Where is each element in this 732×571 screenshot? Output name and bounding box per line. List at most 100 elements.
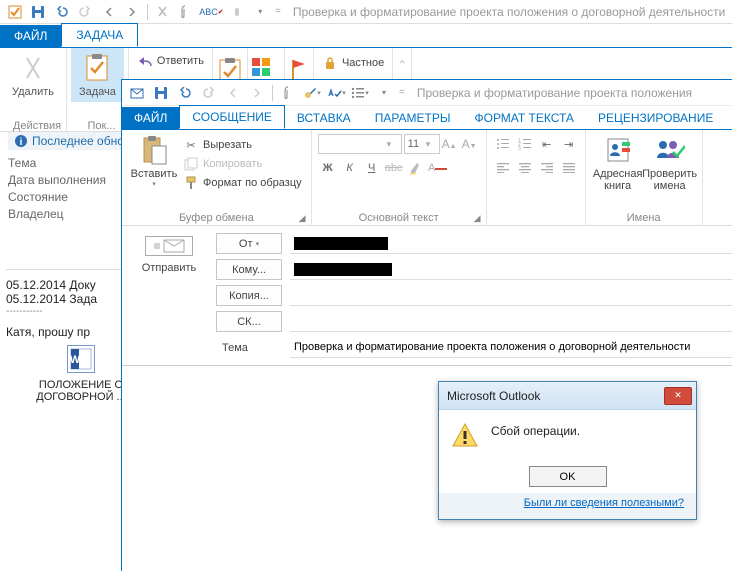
paste-button[interactable]: Вставить ▾: [128, 134, 180, 188]
increase-indent-button[interactable]: ⇥: [559, 134, 579, 154]
inner-quick-access-toolbar: ▾ ▾ ▾ ▾ = Проверка и форматирование прое…: [122, 80, 732, 106]
justify-button[interactable]: [559, 158, 579, 178]
qat-customize-icon[interactable]: ▾: [373, 83, 395, 103]
spellcheck-icon[interactable]: ABC✔: [199, 2, 224, 22]
inner-tab-review[interactable]: РЕЦЕНЗИРОВАНИЕ: [586, 107, 725, 129]
reply-label: Ответить: [157, 55, 204, 67]
shrink-font-icon[interactable]: A▼: [462, 137, 480, 151]
dialog-message: Сбой операции.: [491, 422, 580, 438]
decrease-indent-button[interactable]: ⇤: [537, 134, 557, 154]
task-complete-icon[interactable]: [4, 2, 25, 22]
group-actions-label: Действия: [4, 120, 70, 132]
bullets-button[interactable]: [493, 134, 513, 154]
bcc-field[interactable]: [290, 311, 732, 332]
next-icon[interactable]: [246, 83, 268, 103]
cut-icon: ✂: [183, 137, 199, 153]
signature-icon[interactable]: ▾: [301, 83, 323, 103]
attach-icon[interactable]: [277, 83, 299, 103]
redo-icon[interactable]: [198, 83, 220, 103]
to-field[interactable]: [290, 259, 732, 280]
send-icon: [145, 236, 193, 256]
touch-mode-icon[interactable]: [226, 2, 247, 22]
delete-icon: [17, 52, 49, 84]
font-size-combo[interactable]: 11▾: [404, 134, 440, 154]
dialog-launcher-icon[interactable]: ◢: [474, 213, 484, 223]
send-button[interactable]: Отправить: [142, 262, 197, 274]
check-names-label: Проверить: [642, 168, 697, 180]
reply-button[interactable]: Ответить: [133, 52, 208, 70]
inner-tab-insert[interactable]: ВСТАВКА: [285, 107, 363, 129]
next-icon[interactable]: [121, 2, 142, 22]
inner-tab-message[interactable]: СООБЩЕНИЕ: [179, 105, 285, 129]
subject-field[interactable]: [290, 337, 732, 358]
task-view-button[interactable]: Задача: [71, 48, 124, 102]
underline-button[interactable]: Ч: [362, 158, 382, 178]
copy-button[interactable]: Копировать: [180, 155, 305, 173]
align-right-button[interactable]: [537, 158, 557, 178]
copy-label: Копировать: [203, 158, 262, 170]
bcc-button[interactable]: СК...: [216, 311, 282, 332]
align-left-button[interactable]: [493, 158, 513, 178]
names-group-label: Имена: [586, 212, 702, 224]
save-icon[interactable]: [150, 83, 172, 103]
delete-button[interactable]: Удалить: [4, 48, 62, 102]
svg-text:W: W: [70, 354, 81, 366]
address-book-button[interactable]: Адресная книга: [592, 134, 644, 192]
bold-button[interactable]: Ж: [318, 158, 338, 178]
format-painter-button[interactable]: Формат по образцу: [180, 174, 305, 192]
redo-icon[interactable]: [74, 2, 95, 22]
qat-customize-icon[interactable]: ▾: [250, 2, 271, 22]
strike-button[interactable]: abc: [384, 158, 404, 178]
italic-button[interactable]: К: [340, 158, 360, 178]
ribbon-divider-icon: =: [275, 6, 281, 17]
highlight-button[interactable]: [406, 158, 426, 178]
last-update-banner: i Последнее обно: [8, 132, 130, 150]
paste-label: Вставить: [131, 168, 178, 180]
font-color-button[interactable]: A: [428, 158, 448, 178]
undo-icon[interactable]: [174, 83, 196, 103]
address-book-label: книга: [604, 180, 631, 192]
reply-icon: [137, 53, 153, 69]
collapse-ribbon-icon[interactable]: ⌃: [397, 58, 407, 72]
help-link[interactable]: Были ли сведения полезными?: [524, 497, 684, 509]
outer-tab-file[interactable]: ФАЙЛ: [0, 25, 61, 47]
undo-icon[interactable]: [51, 2, 72, 22]
inner-tab-options[interactable]: ПАРАМЕТРЫ: [363, 107, 463, 129]
private-button[interactable]: Частное: [318, 54, 388, 72]
outer-tab-task[interactable]: ЗАДАЧА: [61, 23, 138, 47]
numbering-button[interactable]: 123: [515, 134, 535, 154]
message-header-form: Отправить От ▾ Кому... Копия... СК... Те…: [122, 226, 732, 366]
inner-tab-file[interactable]: ФАЙЛ: [122, 107, 179, 129]
subject-input[interactable]: [294, 341, 728, 353]
dialog-launcher-icon[interactable]: ◢: [299, 213, 309, 223]
cc-button[interactable]: Копия...: [216, 285, 282, 306]
warning-icon: [451, 422, 479, 450]
attach-icon[interactable]: [175, 2, 196, 22]
task-label: Задача: [79, 86, 116, 98]
bullets-icon[interactable]: ▾: [349, 83, 371, 103]
font-family-combo[interactable]: ▾: [318, 134, 402, 154]
outer-ribbon-tabs: ФАЙЛ ЗАДАЧА: [0, 24, 732, 48]
previous-icon[interactable]: [222, 83, 244, 103]
check-names-button[interactable]: Проверить имена: [644, 134, 696, 192]
to-button[interactable]: Кому...: [216, 259, 282, 280]
align-center-button[interactable]: [515, 158, 535, 178]
check-names-label: имена: [654, 180, 686, 192]
ok-button[interactable]: OK: [529, 466, 607, 487]
previous-icon[interactable]: [98, 2, 119, 22]
spellcheck-icon[interactable]: ▾: [325, 83, 347, 103]
cut-button[interactable]: ✂Вырезать: [180, 136, 305, 154]
cc-field[interactable]: [290, 285, 732, 306]
format-painter-icon: [183, 175, 199, 191]
save-icon[interactable]: [27, 2, 48, 22]
outer-window-title: Проверка и форматирование проекта положе…: [293, 5, 728, 19]
outer-quick-access-toolbar: ABC✔ ▾ = Проверка и форматирование проек…: [0, 0, 732, 24]
dialog-titlebar[interactable]: Microsoft Outlook ✕: [439, 382, 696, 410]
delete-small-icon[interactable]: [152, 2, 173, 22]
inner-tab-format[interactable]: ФОРМАТ ТЕКСТА: [462, 107, 585, 129]
grow-font-icon[interactable]: A▲: [442, 137, 460, 151]
word-document-icon[interactable]: W: [67, 345, 95, 373]
from-button[interactable]: От ▾: [216, 233, 282, 254]
private-label: Частное: [342, 57, 384, 69]
close-button[interactable]: ✕: [664, 387, 692, 405]
